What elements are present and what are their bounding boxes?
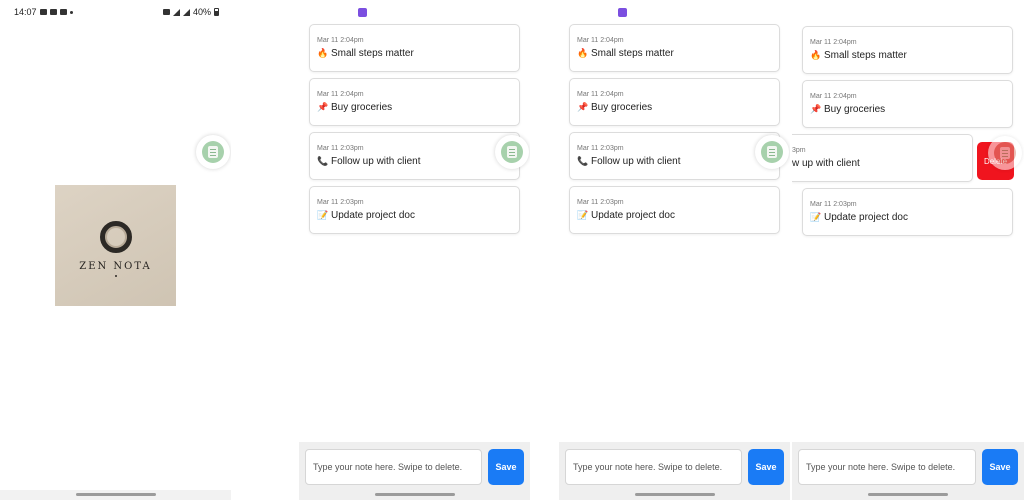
note-text: Buy groceries: [331, 102, 393, 113]
save-button[interactable]: Save: [982, 449, 1018, 485]
pin-emoji-icon: 📌: [810, 104, 822, 114]
alarm-icon: [162, 9, 170, 15]
notes-bubble-icon[interactable]: [988, 136, 1022, 170]
more-notifications-icon: [69, 10, 73, 14]
note-timestamp: Mar 11 2:04pm: [810, 93, 857, 100]
note-card[interactable]: Mar 11 2:03pm 📞 Follow up with client: [569, 132, 780, 180]
note-timestamp: Mar 11 2:03pm: [577, 145, 624, 152]
note-text: Update project doc: [331, 210, 415, 221]
enso-circle-icon: [99, 220, 132, 253]
wifi-icon: [172, 8, 180, 16]
pin-emoji-icon: 📌: [317, 102, 329, 112]
note-timestamp: Mar 11 2:04pm: [577, 91, 624, 98]
screenshot-stage: 14:07 40% ZEN NOTA Mar 11 2:04pm 🔥 Small…: [0, 0, 1024, 500]
pin-emoji-icon: 📌: [577, 102, 589, 112]
save-button[interactable]: Save: [748, 449, 784, 485]
note-timestamp: Mar 11 2:03pm: [317, 145, 364, 152]
compose-bar: Save: [565, 449, 784, 485]
note-input[interactable]: [305, 449, 482, 485]
note-card[interactable]: Mar 11 2:03pm 📞 Follow up with client: [309, 132, 520, 180]
compose-bar: Save: [305, 449, 524, 485]
note-text: w up with client: [792, 158, 860, 169]
save-button[interactable]: Save: [488, 449, 524, 485]
phone-emoji-icon: 📞: [317, 156, 329, 166]
app-launcher-icon[interactable]: [358, 8, 367, 17]
note-text: Small steps matter: [591, 48, 674, 59]
notes-bubble-icon[interactable]: [755, 135, 789, 169]
status-bar: 14:07 40%: [0, 0, 231, 24]
notes-screen-swipe: Mar 11 2:04pm 🔥 Small steps matter Mar 11…: [792, 0, 1024, 500]
note-text: Update project doc: [824, 212, 908, 223]
note-text: Buy groceries: [824, 104, 886, 115]
phone-emoji-icon: 📞: [577, 156, 589, 166]
app-launcher-icon[interactable]: [618, 8, 627, 17]
note-card[interactable]: Mar 11 2:04pm 📌 Buy groceries: [802, 80, 1013, 128]
note-card[interactable]: Mar 11 2:03pm 📝 Update project doc: [309, 186, 520, 234]
home-indicator[interactable]: [0, 490, 231, 500]
gallery-icon: [39, 9, 47, 15]
note-text: Small steps matter: [331, 48, 414, 59]
signal-icon: [182, 8, 190, 16]
note-timestamp: Mar 11 2:04pm: [317, 91, 364, 98]
note-card[interactable]: Mar 11 2:03pm 📝 Update project doc: [569, 186, 780, 234]
note-input[interactable]: [798, 449, 976, 485]
note-input[interactable]: [565, 449, 742, 485]
compose-bar: Save: [798, 449, 1018, 485]
note-text: Follow up with client: [591, 156, 681, 167]
notes-bubble-icon[interactable]: [495, 135, 529, 169]
note-card[interactable]: Mar 11 2:04pm 🔥 Small steps matter: [309, 24, 520, 72]
note-card[interactable]: Mar 11 2:04pm 📌 Buy groceries: [569, 78, 780, 126]
note-card[interactable]: Mar 11 2:04pm 🔥 Small steps matter: [569, 24, 780, 72]
home-indicator[interactable]: [559, 490, 790, 500]
note-timestamp: Mar 11 2:03pm: [810, 201, 857, 208]
logo-dot: [114, 274, 117, 277]
note-timestamp: Mar 11 2:03pm: [577, 199, 624, 206]
battery-icon: [214, 8, 219, 16]
notes-bubble-icon[interactable]: [196, 135, 230, 169]
note-text: Follow up with client: [331, 156, 421, 167]
splash-screen: 14:07 40% ZEN NOTA: [0, 0, 231, 500]
note-timestamp: Mar 11 2:04pm: [810, 39, 857, 46]
note-timestamp: Mar 11 2:04pm: [577, 37, 624, 44]
notes-screen-1: Mar 11 2:04pm 🔥 Small steps matter Mar 11…: [299, 0, 530, 500]
fire-emoji-icon: 🔥: [810, 50, 822, 60]
memo-emoji-icon: 📝: [810, 212, 822, 222]
message-icon: [49, 9, 57, 15]
note-timestamp: Mar 11 2:04pm: [317, 37, 364, 44]
memo-emoji-icon: 📝: [577, 210, 589, 220]
note-text: Update project doc: [591, 210, 675, 221]
notification-icon: [59, 9, 67, 15]
note-card[interactable]: Mar 11 2:04pm 🔥 Small steps matter: [802, 26, 1013, 74]
note-card[interactable]: Mar 11 2:03pm 📝 Update project doc: [802, 188, 1013, 236]
battery-level: 40%: [192, 7, 211, 17]
clock: 14:07: [14, 7, 37, 17]
fire-emoji-icon: 🔥: [317, 48, 329, 58]
notes-screen-2: Mar 11 2:04pm 🔥 Small steps matter Mar 11…: [559, 0, 790, 500]
note-card[interactable]: Mar 11 2:04pm 📌 Buy groceries: [309, 78, 520, 126]
fire-emoji-icon: 🔥: [577, 48, 589, 58]
note-text: Small steps matter: [824, 50, 907, 61]
app-logo: ZEN NOTA: [55, 185, 176, 306]
logo-text: ZEN NOTA: [79, 260, 152, 272]
note-text: Buy groceries: [591, 102, 653, 113]
swiped-note-card[interactable]: 3pm w up with client: [792, 134, 973, 182]
note-timestamp: 3pm: [792, 147, 806, 154]
memo-emoji-icon: 📝: [317, 210, 329, 220]
home-indicator[interactable]: [299, 490, 530, 500]
home-indicator[interactable]: [792, 490, 1024, 500]
note-timestamp: Mar 11 2:03pm: [317, 199, 364, 206]
